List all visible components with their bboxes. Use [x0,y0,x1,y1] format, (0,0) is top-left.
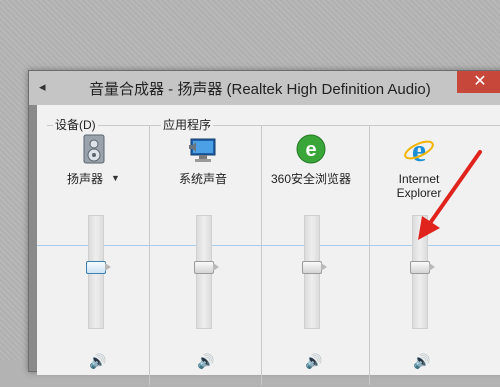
title-bar[interactable]: ◂ 音量合成器 - 扬声器 (Realtek High Definition A… [29,71,500,105]
volume-mixer-window: ◂ 音量合成器 - 扬声器 (Realtek High Definition A… [28,70,500,385]
mixer-client-area: 设备(D) 应用程序 扬声器 ▼ 🔊 系统声音 🔊 e 360安全浏览器 🔊 e… [37,105,500,385]
mute-toggle-icon[interactable]: 🔊 [413,353,430,370]
volume-slider-thumb[interactable] [302,261,327,274]
device-dropdown-icon[interactable]: ▼ [111,173,120,183]
svg-text:e: e [305,139,316,161]
speaker-device-icon[interactable] [79,133,111,165]
channel-system-sounds: 系统声音 🔊 [153,127,253,387]
channel-360-browser: e 360安全浏览器 🔊 [261,127,361,387]
channel-speakers: 扬声器 ▼ 🔊 [45,127,145,387]
internet-explorer-icon[interactable]: e [403,133,435,165]
mute-toggle-icon[interactable]: 🔊 [89,353,106,370]
channel-label: 扬声器 [66,172,103,186]
mute-toggle-icon[interactable]: 🔊 [197,353,214,370]
system-sounds-icon[interactable] [187,133,219,165]
volume-slider-thumb[interactable] [410,261,435,274]
mute-toggle-icon[interactable]: 🔊 [305,353,322,370]
volume-slider-thumb[interactable] [194,261,219,274]
close-button[interactable]: ✕ [457,71,500,93]
channel-internet-explorer: e Internet Explorer 🔊 [369,127,469,387]
group-divider [149,125,150,385]
svg-text:e: e [412,133,426,165]
window-title: 音量合成器 - 扬声器 (Realtek High Definition Aud… [89,81,431,98]
channel-label: 系统声音 [178,172,227,186]
speaker-title-icon: ◂ [39,79,46,94]
volume-slider-thumb[interactable] [86,261,111,274]
channel-label: 360安全浏览器 [270,172,352,186]
channel-label: Internet Explorer [396,172,442,200]
360-browser-icon[interactable]: e [295,133,327,165]
